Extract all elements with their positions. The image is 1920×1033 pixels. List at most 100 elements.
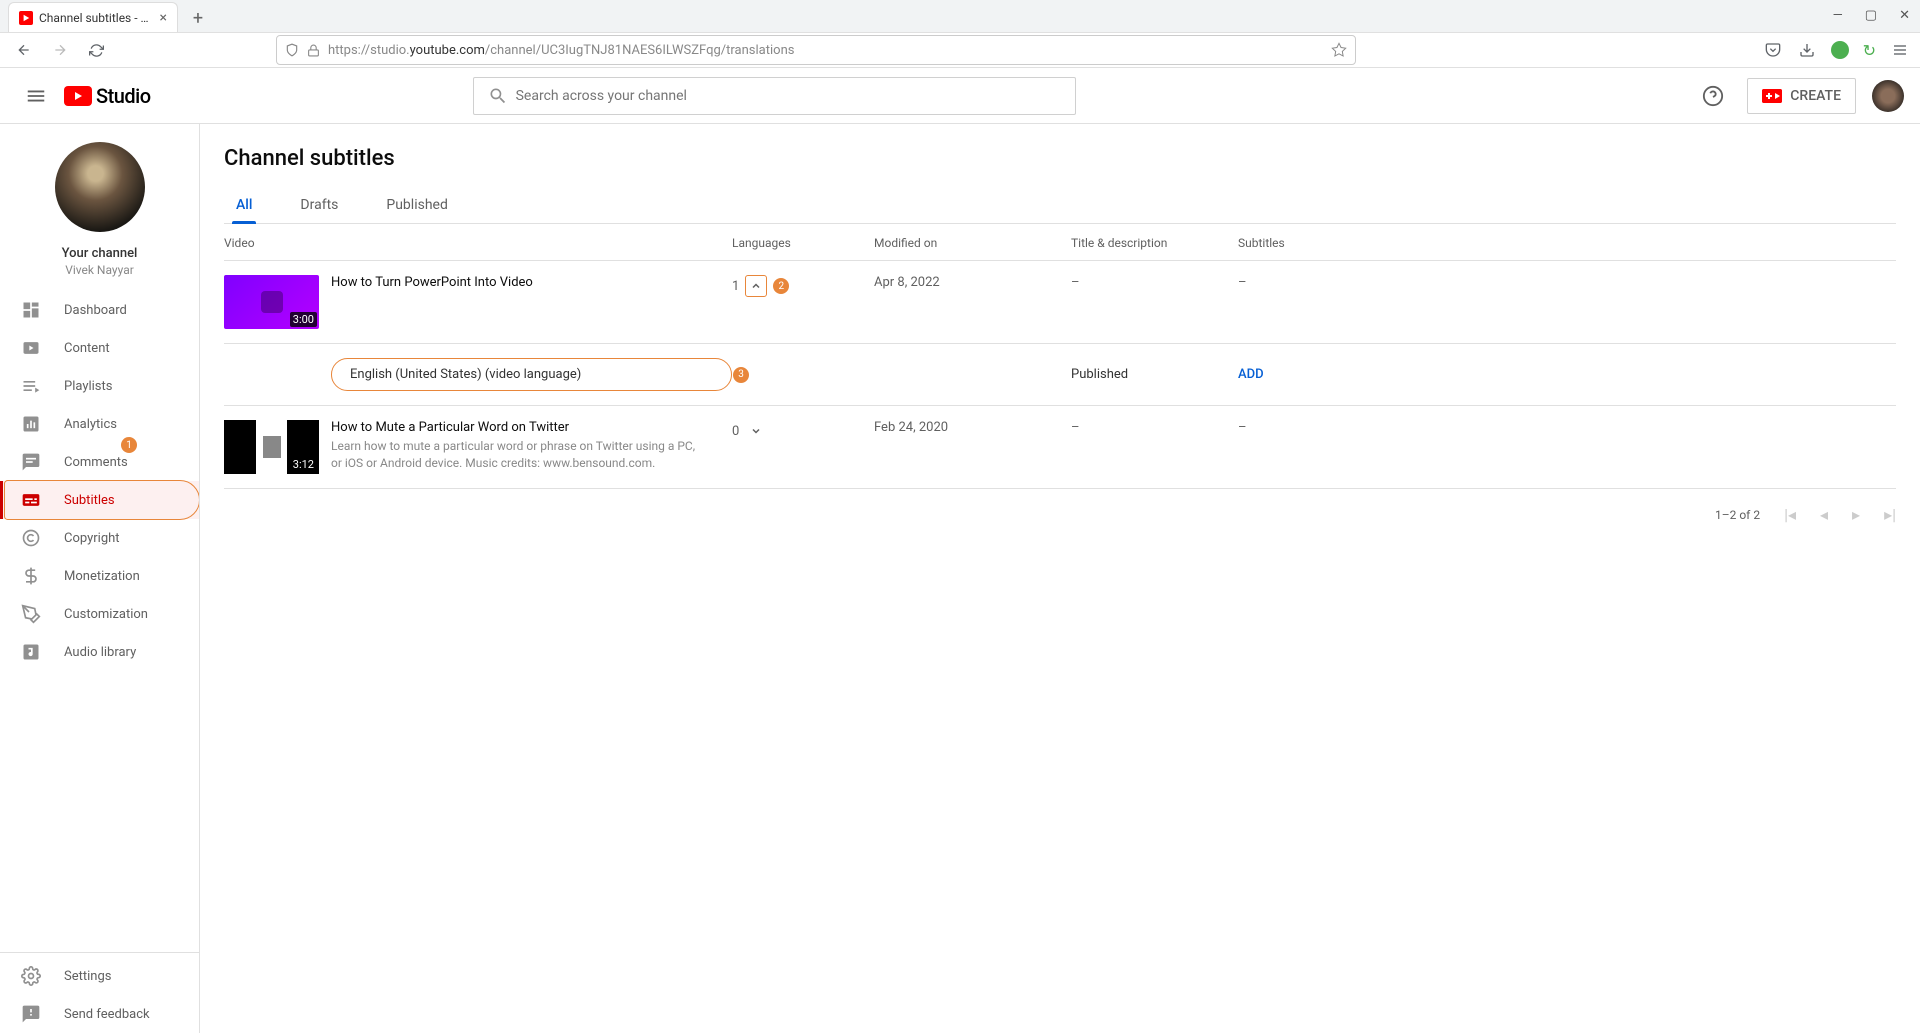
video-title[interactable]: How to Turn PowerPoint Into Video xyxy=(331,275,732,290)
create-icon xyxy=(1762,89,1782,103)
video-duration: 3:00 xyxy=(290,312,317,327)
video-row: 3:00 How to Turn PowerPoint Into Video 1… xyxy=(224,261,1896,344)
playlists-icon xyxy=(20,376,42,396)
tab-title: Channel subtitles - YouTube St xyxy=(39,11,154,25)
close-tab-icon[interactable]: × xyxy=(160,11,167,25)
sidebar-item-content[interactable]: Content xyxy=(0,329,199,367)
next-page-button[interactable]: ▸ xyxy=(1852,505,1860,524)
sidebar-item-subtitles[interactable]: Subtitles xyxy=(0,481,199,519)
app-header: Studio CREATE xyxy=(0,68,1920,124)
monetization-icon xyxy=(20,566,42,586)
tab-all[interactable]: All xyxy=(232,187,256,223)
expand-toggle[interactable] xyxy=(745,420,767,442)
extension-icon-1[interactable] xyxy=(1831,41,1849,59)
sidebar-item-copyright[interactable]: Copyright xyxy=(0,519,199,557)
pagination: 1–2 of 2 |◂ ◂ ▸ ▸| xyxy=(224,489,1896,540)
modified-date: Apr 8, 2022 xyxy=(874,275,1071,290)
annotation-badge-2: 2 xyxy=(773,278,789,294)
hamburger-menu[interactable] xyxy=(16,76,56,116)
copyright-icon xyxy=(20,528,42,548)
channel-avatar[interactable] xyxy=(55,142,145,232)
annotation-badge-3: 3 xyxy=(733,367,749,383)
back-button[interactable] xyxy=(10,36,38,64)
shield-icon xyxy=(285,43,299,57)
sidebar-item-analytics[interactable]: Analytics xyxy=(0,405,199,443)
content-icon xyxy=(20,338,42,358)
create-button[interactable]: CREATE xyxy=(1747,78,1856,114)
video-title[interactable]: How to Mute a Particular Word on Twitter xyxy=(331,420,732,435)
pagination-range: 1–2 of 2 xyxy=(1715,508,1760,522)
studio-logo[interactable]: Studio xyxy=(64,84,151,108)
search-icon xyxy=(488,86,508,106)
add-subtitle-button[interactable]: ADD xyxy=(1238,367,1264,382)
tab-drafts[interactable]: Drafts xyxy=(296,187,342,223)
reload-button[interactable] xyxy=(82,36,110,64)
sidebar: Your channel Vivek Nayyar Dashboard Cont… xyxy=(0,124,200,1033)
lock-icon xyxy=(307,44,320,57)
subtitles-icon xyxy=(20,490,42,510)
address-bar[interactable]: https://studio.youtube.com/channel/UC3Iu… xyxy=(276,35,1356,65)
sidebar-item-dashboard[interactable]: Dashboard xyxy=(0,291,199,329)
new-tab-button[interactable]: + xyxy=(184,4,212,32)
col-header-video: Video xyxy=(224,236,732,250)
last-page-button[interactable]: ▸| xyxy=(1884,505,1896,524)
search-input[interactable] xyxy=(516,88,1061,104)
main-content: Channel subtitles All Drafts Published V… xyxy=(200,124,1920,1033)
comments-icon xyxy=(20,452,42,472)
sidebar-item-monetization[interactable]: Monetization xyxy=(0,557,199,595)
audio-library-icon xyxy=(20,642,42,662)
prev-page-button[interactable]: ◂ xyxy=(1820,505,1828,524)
analytics-icon xyxy=(20,414,42,434)
forward-button[interactable] xyxy=(46,36,74,64)
download-icon[interactable] xyxy=(1797,40,1817,60)
pocket-icon[interactable] xyxy=(1763,40,1783,60)
video-thumbnail[interactable]: 3:00 xyxy=(224,275,319,329)
annotation-badge-1: 1 xyxy=(121,437,137,453)
language-chip[interactable]: English (United States) (video language)… xyxy=(331,358,732,391)
page-title: Channel subtitles xyxy=(224,146,1896,171)
video-description: Learn how to mute a particular word or p… xyxy=(331,438,701,472)
sidebar-item-audio-library[interactable]: Audio library xyxy=(0,633,199,671)
sidebar-item-customization[interactable]: Customization xyxy=(0,595,199,633)
maximize-icon[interactable]: ▢ xyxy=(1865,8,1877,23)
modified-date: Feb 24, 2020 xyxy=(874,420,1071,435)
sidebar-item-playlists[interactable]: Playlists xyxy=(0,367,199,405)
help-button[interactable] xyxy=(1695,78,1731,114)
youtube-logo-icon xyxy=(64,86,92,106)
language-count: 1 xyxy=(732,279,739,294)
subtitles-status: – xyxy=(1238,275,1896,290)
col-header-titledesc: Title & description xyxy=(1071,236,1238,250)
studio-logo-text: Studio xyxy=(96,84,151,108)
search-box[interactable] xyxy=(473,77,1076,115)
dashboard-icon xyxy=(20,300,42,320)
tab-published[interactable]: Published xyxy=(382,187,451,223)
minimize-icon[interactable]: — xyxy=(1833,8,1843,23)
extension-icon-2[interactable]: ↻ xyxy=(1863,41,1876,60)
title-desc-status: – xyxy=(1071,275,1238,290)
channel-name: Vivek Nayyar xyxy=(65,263,134,277)
col-header-subtitles: Subtitles xyxy=(1238,236,1896,250)
col-header-modified: Modified on xyxy=(874,236,1071,250)
browser-tab[interactable]: Channel subtitles - YouTube St × xyxy=(8,2,178,32)
feedback-icon xyxy=(20,1004,42,1024)
first-page-button[interactable]: |◂ xyxy=(1784,505,1796,524)
account-avatar[interactable] xyxy=(1872,80,1904,112)
sidebar-item-comments[interactable]: Comments 1 xyxy=(0,443,199,481)
gear-icon xyxy=(20,966,42,986)
title-desc-status: – xyxy=(1071,420,1238,435)
language-count: 0 xyxy=(732,424,739,439)
language-status: Published xyxy=(1071,367,1238,382)
subtitles-status: – xyxy=(1238,420,1896,435)
close-window-icon[interactable]: ✕ xyxy=(1899,8,1910,23)
youtube-favicon xyxy=(19,11,33,25)
video-duration: 3:12 xyxy=(290,457,317,472)
video-row: 3:12 How to Mute a Particular Word on Tw… xyxy=(224,406,1896,489)
collapse-toggle[interactable] xyxy=(745,275,767,297)
video-thumbnail[interactable]: 3:12 xyxy=(224,420,319,474)
bookmark-star-icon[interactable] xyxy=(1331,42,1347,58)
language-row: English (United States) (video language)… xyxy=(224,344,1896,406)
sidebar-item-settings[interactable]: Settings xyxy=(0,957,199,995)
col-header-languages: Languages xyxy=(732,236,874,250)
app-menu-icon[interactable] xyxy=(1890,40,1910,60)
sidebar-item-feedback[interactable]: Send feedback xyxy=(0,995,199,1033)
